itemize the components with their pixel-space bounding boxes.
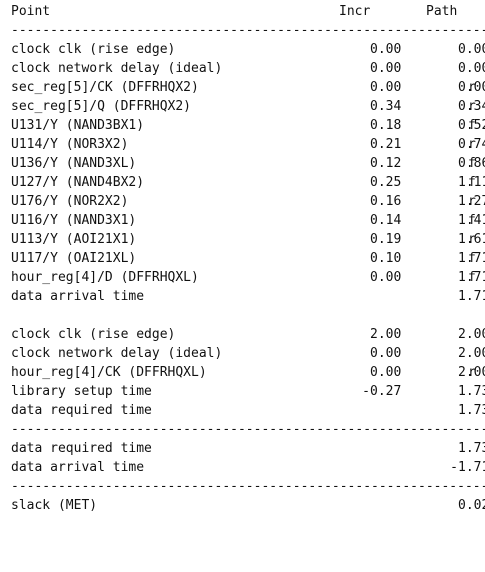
- path-cell: -1.71: [450, 460, 485, 475]
- flag-cell: f: [468, 175, 476, 190]
- report-row: data required time 1.73: [11, 401, 485, 420]
- report-row: hour_reg[4]/D (DFFRHQXL)0.001.71f: [11, 268, 485, 287]
- report-row: U114/Y (NOR3X2)0.210.74r: [11, 135, 485, 154]
- point-cell: U131/Y (NAND3BX1): [11, 118, 145, 133]
- point-cell: U117/Y (OAI21XL): [11, 251, 137, 266]
- incr-cell: 0.00: [370, 42, 402, 57]
- incr-cell: 0.00: [370, 80, 402, 95]
- slack-label: slack (MET): [11, 498, 98, 513]
- report-row: U117/Y (OAI21XL)0.101.71f: [11, 249, 485, 268]
- point-cell: clock clk (rise edge): [11, 42, 176, 57]
- point-cell: clock network delay (ideal): [11, 61, 223, 76]
- flag-cell: r: [468, 80, 476, 95]
- point-cell: U136/Y (NAND3XL): [11, 156, 137, 171]
- report-row: data arrival time 1.71: [11, 287, 485, 306]
- incr-cell: 0.00: [370, 61, 402, 76]
- incr-cell: 0.18: [370, 118, 402, 133]
- report-row: U127/Y (NAND4BX2)0.251.11f: [11, 173, 485, 192]
- separator-row: ----------------------------------------…: [11, 477, 485, 496]
- incr-cell: 0.21: [370, 137, 402, 152]
- slack-value: 0.02: [458, 498, 485, 513]
- report-row: clock network delay (ideal) 0.00 2.00: [11, 344, 485, 363]
- point-cell: library setup time: [11, 384, 152, 399]
- point-cell: clock network delay (ideal): [11, 346, 223, 361]
- flag-cell: f: [468, 213, 476, 228]
- header-path: Path: [426, 4, 458, 19]
- flag-cell: r: [468, 99, 476, 114]
- path-cell: 0.00: [458, 42, 485, 57]
- point-cell: U176/Y (NOR2X2): [11, 194, 129, 209]
- flag-cell: f: [468, 251, 476, 266]
- incr-cell: 0.16: [370, 194, 402, 209]
- report-row: data arrival time -1.71: [11, 458, 485, 477]
- path-cell: 1.73: [458, 403, 485, 418]
- flag-cell: r: [468, 194, 476, 209]
- incr-cell: 0.00: [370, 365, 402, 380]
- report-row: sec_reg[5]/Q (DFFRHQX2)0.340.34r: [11, 97, 485, 116]
- flag-cell: f: [468, 270, 476, 285]
- incr-cell: 0.10: [370, 251, 402, 266]
- incr-cell: -0.27: [362, 384, 402, 399]
- report-row: library setup time -0.27 1.73: [11, 382, 485, 401]
- path-cell: 2.00: [458, 346, 485, 361]
- path-cell: 2.00: [458, 327, 485, 342]
- incr-cell: 0.00: [370, 270, 402, 285]
- header-incr: Incr: [339, 4, 371, 19]
- incr-cell: 2.00: [370, 327, 402, 342]
- point-cell: U127/Y (NAND4BX2): [11, 175, 145, 190]
- point-cell: U113/Y (AOI21X1): [11, 232, 137, 247]
- flag-cell: r: [468, 365, 476, 380]
- required-section: clock clk (rise edge)2.002.00clock netwo…: [11, 325, 485, 420]
- slack-row: slack (MET) 0.02: [11, 496, 485, 515]
- header-row: Point Incr Path: [11, 2, 457, 21]
- report-row: hour_reg[4]/CK (DFFRHQXL)0.002.00r: [11, 363, 485, 382]
- report-row: U113/Y (AOI21X1)0.191.61r: [11, 230, 485, 249]
- report-row: clock clk (rise edge) 0.00 0.00: [11, 40, 485, 59]
- blank-row: [11, 306, 42, 325]
- incr-cell: 0.00: [370, 346, 402, 361]
- path-cell: 1.73: [458, 441, 485, 456]
- incr-cell: 0.19: [370, 232, 402, 247]
- point-cell: hour_reg[4]/D (DFFRHQXL): [11, 270, 199, 285]
- point-cell: sec_reg[5]/Q (DFFRHQX2): [11, 99, 192, 114]
- point-cell: U114/Y (NOR3X2): [11, 137, 129, 152]
- flag-cell: r: [468, 137, 476, 152]
- incr-cell: 0.34: [370, 99, 402, 114]
- report-row: sec_reg[5]/CK (DFFRHQX2)0.000.00r: [11, 78, 485, 97]
- header-point: Point: [11, 4, 51, 19]
- point-cell: clock clk (rise edge): [11, 327, 176, 342]
- flag-cell: r: [468, 232, 476, 247]
- report-row: U116/Y (NAND3X1)0.141.41f: [11, 211, 485, 230]
- report-row: U176/Y (NOR2X2)0.161.27r: [11, 192, 485, 211]
- point-cell: data required time: [11, 403, 152, 418]
- report-row: U131/Y (NAND3BX1)0.180.52f: [11, 116, 485, 135]
- path-cell: 0.00: [458, 61, 485, 76]
- separator-line: ----------------------------------------…: [11, 23, 485, 38]
- separator-row: ----------------------------------------…: [11, 420, 485, 439]
- report-row: U136/Y (NAND3XL)0.120.86f: [11, 154, 485, 173]
- arrival-section: clock clk (rise edge)0.000.00clock netwo…: [11, 40, 485, 306]
- separator-line: ----------------------------------------…: [11, 479, 485, 494]
- point-cell: sec_reg[5]/CK (DFFRHQX2): [11, 80, 199, 95]
- timing-report: Point Incr Path ------------------------…: [11, 2, 485, 515]
- summary-section: data required time 1.73 data arrival time -…: [11, 439, 485, 477]
- point-cell: hour_reg[4]/CK (DFFRHQXL): [11, 365, 207, 380]
- point-cell: data arrival time: [11, 289, 145, 304]
- incr-cell: 0.14: [370, 213, 402, 228]
- flag-cell: f: [468, 118, 476, 133]
- report-row: clock clk (rise edge) 2.00 2.00: [11, 325, 485, 344]
- report-row: clock network delay (ideal) 0.00 0.00: [11, 59, 485, 78]
- path-cell: 1.73: [458, 384, 485, 399]
- separator-row: ----------------------------------------…: [11, 21, 485, 40]
- report-row: data required time 1.73: [11, 439, 485, 458]
- point-cell: data arrival time: [11, 460, 145, 475]
- incr-cell: 0.12: [370, 156, 402, 171]
- separator-line: ----------------------------------------…: [11, 422, 485, 437]
- flag-cell: f: [468, 156, 476, 171]
- point-cell: U116/Y (NAND3X1): [11, 213, 137, 228]
- path-cell: 1.71: [458, 289, 485, 304]
- point-cell: data required time: [11, 441, 152, 456]
- incr-cell: 0.25: [370, 175, 402, 190]
